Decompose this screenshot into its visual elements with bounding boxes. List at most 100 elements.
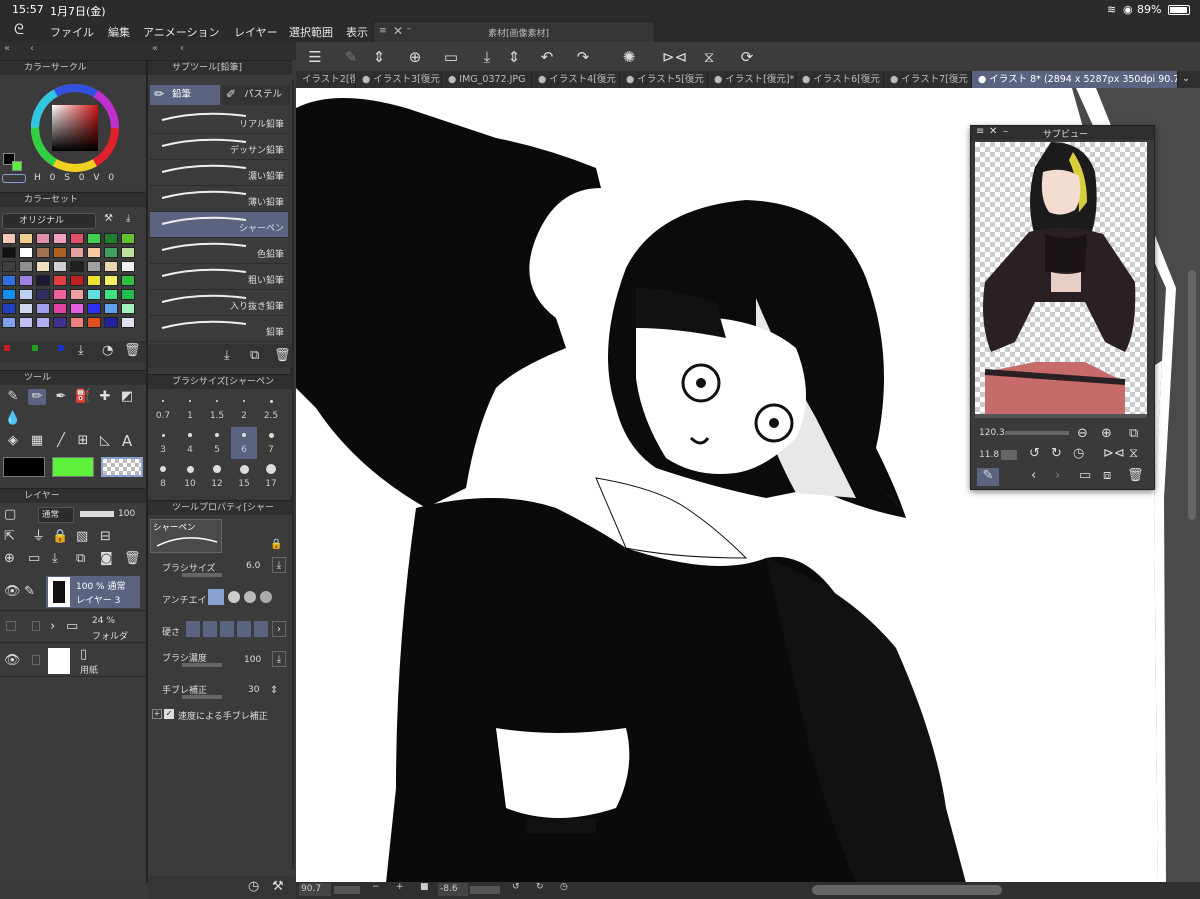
- color-set-select[interactable]: オリジナル: [2, 213, 96, 229]
- stepper-icon-2[interactable]: ⇕: [503, 47, 525, 67]
- brush-item[interactable]: 入り抜き鉛筆: [150, 290, 288, 316]
- color-swatch[interactable]: [104, 247, 118, 258]
- trash-icon[interactable]: 🗑: [124, 343, 141, 359]
- color-swatch[interactable]: [121, 303, 135, 314]
- zoom-slider[interactable]: [334, 886, 360, 894]
- color-swatch[interactable]: [87, 261, 101, 272]
- color-swatch[interactable]: [36, 261, 50, 272]
- layer-mask-icon[interactable]: ◙: [100, 551, 113, 567]
- color-swatch[interactable]: [36, 289, 50, 300]
- density-slider[interactable]: [182, 663, 222, 667]
- delete-layer-icon[interactable]: 🗑: [124, 551, 141, 567]
- color-swatch[interactable]: [87, 289, 101, 300]
- color-swatch[interactable]: [70, 303, 84, 314]
- new-canvas-icon[interactable]: ⊕: [404, 47, 426, 67]
- reference-layer-icon[interactable]: ⏚: [32, 529, 45, 545]
- subview-zoom-value[interactable]: 120.3: [979, 426, 1005, 440]
- import-icon[interactable]: ⤓: [126, 213, 130, 224]
- blend-tool-icon[interactable]: 💧: [4, 411, 22, 427]
- collapse-left-icon-2[interactable]: «: [152, 43, 158, 54]
- color-swatch[interactable]: [121, 261, 135, 272]
- paper-lock-box[interactable]: [32, 655, 40, 665]
- hardness-chevron-icon[interactable]: ›: [272, 621, 286, 637]
- sub-color-swatch[interactable]: [12, 161, 22, 171]
- zoom-in-icon[interactable]: ⊕: [1101, 426, 1112, 442]
- subview-open-icon[interactable]: ▭: [1079, 468, 1091, 484]
- frame-tool-icon[interactable]: ⊞: [74, 433, 92, 449]
- angle-slider[interactable]: [470, 886, 500, 894]
- brush-tool-icon[interactable]: ✒: [52, 389, 70, 405]
- hardness-step-5[interactable]: [254, 621, 268, 637]
- color-swatch[interactable]: [19, 275, 33, 286]
- color-swatch[interactable]: [121, 289, 135, 300]
- zoom-value[interactable]: 90.7: [299, 883, 331, 896]
- brush-size-cell[interactable]: 2: [231, 393, 257, 425]
- layer-row-folder[interactable]: › ▭ 24 % フォルダ: [0, 613, 146, 643]
- brush-size-cell[interactable]: 3: [150, 427, 176, 459]
- brush-item[interactable]: シャーペン: [150, 212, 288, 238]
- subview-close-icon[interactable]: ✕: [989, 126, 997, 137]
- eyedropper-icon[interactable]: ◔: [102, 343, 113, 359]
- flip-vertical-icon[interactable]: ⧖: [698, 47, 720, 67]
- gradient-tool-icon[interactable]: ▦: [28, 433, 46, 449]
- tab-document-5[interactable]: ● イラスト5[復元: [620, 71, 708, 88]
- subtool-trash-icon[interactable]: 🗑: [274, 348, 291, 364]
- antialias-weak[interactable]: [228, 591, 240, 603]
- brush-size-cell[interactable]: 1: [177, 393, 203, 425]
- brush-size-cell[interactable]: 6: [231, 427, 257, 459]
- brush-size-cell[interactable]: 1.5: [204, 393, 230, 425]
- layer-mode-icon[interactable]: ▢: [4, 507, 16, 523]
- color-swatch[interactable]: [2, 303, 16, 314]
- brush-size-dropdown-icon[interactable]: ⤓: [272, 557, 286, 573]
- lock-alpha-icon[interactable]: ▧: [76, 529, 88, 545]
- settings-wrench-icon[interactable]: ⚒: [272, 879, 284, 895]
- new-raster-layer-icon[interactable]: ⊕: [4, 551, 15, 567]
- visibility-eye-icon[interactable]: 👁: [4, 584, 21, 600]
- color-swatch[interactable]: [19, 317, 33, 328]
- speed-stab-checkbox[interactable]: ✓: [164, 709, 174, 719]
- hardness-step-4[interactable]: [237, 621, 251, 637]
- brush-size-cell[interactable]: 17: [258, 461, 284, 493]
- tab-document-restored[interactable]: ● イラスト[復元]*: [708, 71, 796, 88]
- main-color-chip[interactable]: [3, 457, 45, 477]
- color-swatch[interactable]: [2, 275, 16, 286]
- rotate-left-icon[interactable]: ↺: [1029, 446, 1040, 462]
- fit-window-icon[interactable]: ■: [420, 882, 429, 892]
- brush-item[interactable]: リアル鉛筆: [150, 108, 288, 134]
- subview-rotate-slider[interactable]: [1001, 450, 1017, 460]
- subview-rotate-value[interactable]: 11.8: [979, 448, 999, 462]
- layer-row-paper[interactable]: 👁 ▯ 用紙: [0, 645, 146, 677]
- color-swatch[interactable]: [104, 275, 118, 286]
- sub-color-chip[interactable]: [52, 457, 94, 477]
- hardness-step-2[interactable]: [203, 621, 217, 637]
- brush-item[interactable]: 薄い鉛筆: [150, 186, 288, 212]
- transparent-color-chip[interactable]: [101, 457, 143, 477]
- brush-item[interactable]: 鉛筆: [150, 316, 288, 342]
- color-chip-red[interactable]: [4, 345, 10, 351]
- reset-rotate-icon[interactable]: ◷: [1073, 446, 1084, 462]
- color-swatch[interactable]: [19, 261, 33, 272]
- rotate-cw-icon[interactable]: ↻: [536, 882, 544, 892]
- color-swatch[interactable]: [121, 275, 135, 286]
- color-swatch[interactable]: [53, 275, 67, 286]
- mask-icon[interactable]: ⊟: [100, 529, 111, 545]
- lock-layer-icon[interactable]: 🔒: [52, 529, 68, 545]
- antialias-strong[interactable]: [260, 591, 272, 603]
- zoom-in-button[interactable]: +: [396, 882, 404, 892]
- rotate-right-icon[interactable]: ↻: [1051, 446, 1062, 462]
- color-swatch[interactable]: [19, 247, 33, 258]
- brush-item[interactable]: 濃い鉛筆: [150, 160, 288, 186]
- color-swatch[interactable]: [36, 303, 50, 314]
- brush-size-cell[interactable]: 8: [150, 461, 176, 493]
- menu-edit[interactable]: 編集: [108, 24, 130, 40]
- app-logo-icon[interactable]: ᘓ: [14, 22, 24, 38]
- undo-icon[interactable]: ↶: [536, 47, 558, 67]
- color-swatch[interactable]: [87, 275, 101, 286]
- figure-tool-icon[interactable]: ╱: [52, 433, 70, 449]
- hamburger-menu-icon[interactable]: ☰: [304, 47, 326, 67]
- clip-layer-icon[interactable]: ⇱: [4, 529, 15, 545]
- tab-document-2[interactable]: イラスト2[復元: [296, 71, 356, 88]
- transfer-down-icon[interactable]: ⤓: [52, 551, 58, 567]
- brush-size-cell[interactable]: 12: [204, 461, 230, 493]
- zoom-out-button[interactable]: −: [372, 882, 380, 892]
